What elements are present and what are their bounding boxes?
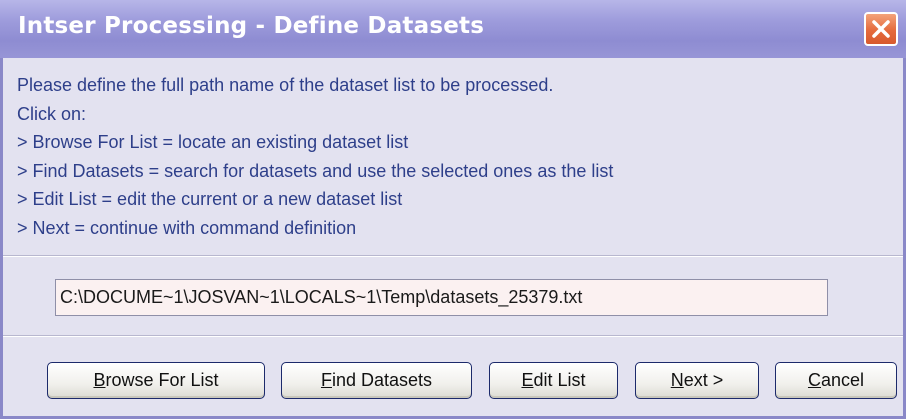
close-icon (872, 20, 890, 38)
button-label: ind Datasets (331, 370, 433, 390)
button-mnemonic: F (320, 370, 332, 390)
button-label: dit List (533, 370, 586, 390)
instruction-line: Click on: (17, 103, 87, 124)
button-label: rowse For List (105, 370, 219, 390)
button-mnemonic: B (93, 370, 106, 390)
instructions-block: Please define the full path name of the … (17, 71, 613, 242)
dataset-path-input[interactable] (55, 279, 828, 316)
button-mnemonic: E (521, 370, 534, 390)
close-button[interactable] (864, 12, 898, 46)
browse-for-list-button[interactable]: Browse For List (47, 362, 265, 399)
button-mnemonic: C (807, 370, 821, 390)
instruction-line: > Browse For List = locate an existing d… (17, 132, 409, 152)
divider (3, 335, 903, 337)
instruction-line: Please define the full path name of the … (17, 75, 554, 95)
edit-list-button[interactable]: Edit List (489, 362, 618, 399)
divider (3, 255, 903, 257)
window-title: Intser Processing - Define Datasets (18, 13, 485, 39)
instruction-line: > Next = continue with command definitio… (17, 217, 357, 238)
instruction-line: > Edit List = edit the current or a new … (17, 189, 403, 209)
find-datasets-button[interactable]: Find Datasets (281, 362, 472, 399)
button-mnemonic: N (670, 370, 684, 390)
button-label: ancel (820, 370, 865, 390)
title-bar[interactable]: Intser Processing - Define Datasets (0, 0, 906, 58)
instruction-line: > Find Datasets = search for datasets an… (17, 160, 614, 181)
dialog-window: Intser Processing - Define Datasets Plea… (0, 0, 906, 419)
button-label: ext > (683, 370, 724, 390)
cancel-button[interactable]: Cancel (775, 362, 897, 399)
next-button[interactable]: Next > (635, 362, 759, 399)
